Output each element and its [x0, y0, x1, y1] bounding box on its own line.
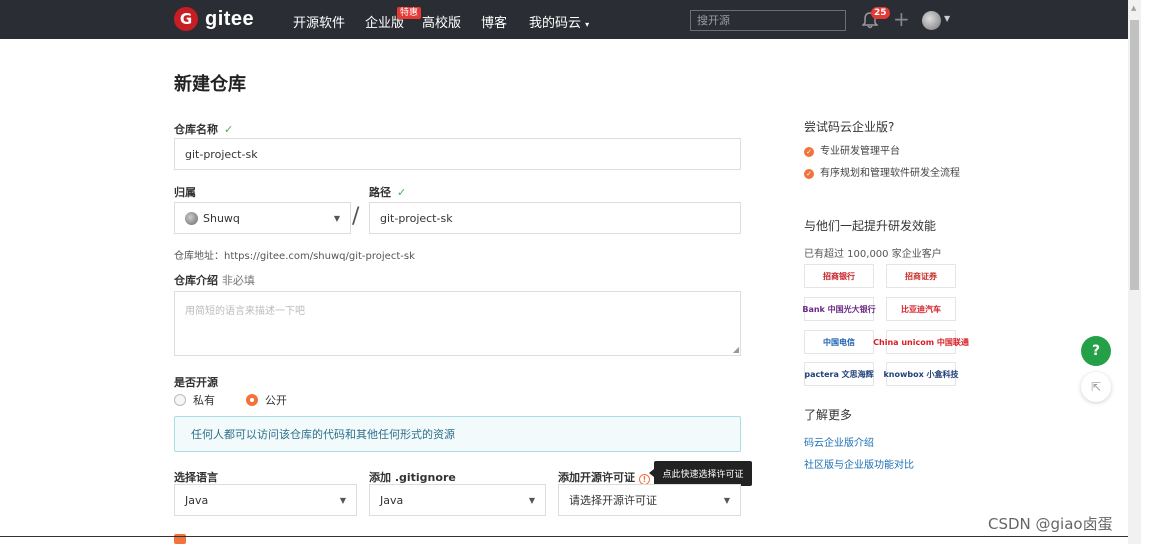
license-placeholder: 请选择开源许可证	[569, 494, 657, 507]
customer-logo-byd: 比亚迪汽车	[886, 297, 956, 321]
chevron-down-icon: ▼	[333, 213, 340, 223]
page-title: 新建仓库	[174, 74, 246, 95]
resize-handle-icon[interactable]: ◢	[733, 345, 739, 354]
owner-name: Shuwq	[203, 211, 240, 225]
feature-text: 专业研发管理平台	[820, 146, 900, 157]
chevron-down-icon: ▼	[528, 495, 535, 505]
customer-logo-unicom: China unicom 中国联通	[873, 330, 969, 354]
nav-blog[interactable]: 博客	[481, 12, 507, 31]
nav-my-gitee[interactable]: 我的码云 ▾	[529, 12, 589, 31]
promo-badge: 特惠	[397, 7, 422, 19]
gitee-logo[interactable]: G gitee	[174, 7, 254, 31]
nav-open-source[interactable]: 开源软件	[293, 12, 345, 31]
gitignore-label: 添加 .gitignore	[369, 471, 456, 484]
share-button[interactable]: ⇱	[1081, 372, 1111, 402]
intro-placeholder: 用简短的语言来描述一下吧	[185, 306, 305, 317]
page: G gitee 开源软件 企业版 特惠 高校版 博客 我的码云 ▾ 25 + ▼…	[0, 0, 1151, 544]
edition-compare-link[interactable]: 社区版与企业版功能对比	[804, 456, 914, 471]
avatar-chevron-icon[interactable]: ▼	[944, 14, 950, 23]
bottom-divider	[0, 536, 1128, 537]
visibility-notice-text: 任何人都可以访问该仓库的代码和其他任何形式的资源	[191, 428, 455, 441]
repo-name-label: 仓库名称 ✓	[174, 121, 233, 137]
chevron-down-icon: ▼	[339, 495, 346, 505]
efficiency-title: 与他们一起提升研发效能	[804, 219, 937, 233]
repo-address: 仓库地址：https://gitee.com/shuwq/git-project…	[174, 251, 415, 262]
plus-icon[interactable]: +	[893, 7, 910, 31]
license-label-text: 添加开源许可证	[558, 471, 635, 484]
customer-logo-cms: 招商证券	[886, 264, 956, 288]
open-source-label: 是否开源	[174, 376, 218, 389]
watermark: CSDN @giao卤蛋	[988, 515, 1113, 533]
customer-count: 已有超过 100,000 家企业客户	[804, 249, 942, 260]
language-value: Java	[185, 493, 209, 507]
radio-private-label: 私有	[193, 394, 215, 407]
scroll-up-icon[interactable]: ▲	[1131, 4, 1136, 12]
gitignore-select[interactable]: Java ▼	[369, 484, 546, 516]
enterprise-intro-link[interactable]: 码云企业版介绍	[804, 434, 874, 449]
search-input[interactable]	[690, 10, 846, 31]
feature-item: ✓ 专业研发管理平台	[804, 145, 954, 159]
language-label: 选择语言	[174, 471, 218, 484]
customer-logo-cebbank: Bank 中国光大银行	[802, 297, 876, 321]
customer-logo-pactera: pactera 文思海辉	[804, 362, 874, 386]
learn-more-title: 了解更多	[804, 408, 853, 422]
visibility-notice: 任何人都可以访问该仓库的代码和其他任何形式的资源	[174, 416, 741, 452]
nav-my-gitee-label: 我的码云	[529, 16, 582, 31]
notification-count-badge: 25	[871, 7, 890, 19]
path-label-text: 路径	[369, 186, 391, 199]
customer-logo-cmb: 招商银行	[804, 264, 874, 288]
customer-logo-knowbox: knowbox 小盒科技	[883, 362, 959, 386]
path-separator: /	[352, 204, 360, 229]
repo-name-input[interactable]: git-project-sk	[174, 138, 741, 170]
radio-public[interactable]: 公开	[246, 392, 287, 408]
license-label: 添加开源许可证!	[558, 469, 650, 485]
check-circle-icon: ✓	[804, 169, 814, 179]
feature-item: ✓ 有序规划和管理软件研发全流程	[804, 167, 960, 181]
optional-hint: 非必填	[221, 274, 255, 287]
enterprise-promo-title: 尝试码云企业版?	[804, 120, 895, 134]
help-button[interactable]: ?	[1081, 336, 1111, 366]
gitee-logo-icon: G	[174, 7, 198, 31]
owner-label: 归属	[174, 186, 196, 199]
path-input[interactable]: git-project-sk	[369, 202, 741, 234]
intro-textarea[interactable]: 用简短的语言来描述一下吧 ◢	[174, 291, 741, 356]
user-avatar[interactable]	[922, 11, 941, 30]
radio-public-circle[interactable]	[246, 394, 258, 406]
chevron-down-icon: ▼	[723, 495, 730, 505]
license-select[interactable]: 请选择开源许可证 ▼	[558, 484, 741, 516]
owner-select[interactable]: Shuwq ▼	[174, 202, 351, 234]
check-circle-icon: ✓	[804, 147, 814, 157]
owner-value: Shuwq	[185, 211, 240, 225]
owner-avatar	[185, 211, 198, 225]
intro-label-text: 仓库介绍	[174, 274, 218, 287]
top-nav: G gitee 开源软件 企业版 特惠 高校版 博客 我的码云 ▾ 25 + ▼	[0, 0, 1128, 39]
gitignore-value: Java	[380, 493, 404, 507]
feature-text: 有序规划和管理软件研发全流程	[820, 168, 960, 179]
check-icon: ✓	[224, 123, 234, 136]
radio-public-label: 公开	[265, 394, 287, 407]
external-link-icon: ⇱	[1090, 380, 1102, 394]
nav-university[interactable]: 高校版	[422, 12, 461, 31]
path-label: 路径 ✓	[369, 184, 406, 200]
intro-label: 仓库介绍 非必填	[174, 272, 255, 288]
radio-private[interactable]: 私有	[174, 392, 215, 408]
gitee-logo-text: gitee	[205, 7, 255, 30]
check-icon: ✓	[397, 186, 407, 199]
scrollbar-thumb[interactable]	[1130, 20, 1139, 290]
language-select[interactable]: Java ▼	[174, 484, 357, 516]
radio-private-circle[interactable]	[174, 394, 186, 406]
repo-name-label-text: 仓库名称	[174, 123, 218, 136]
license-tooltip: 点此快速选择许可证	[649, 461, 752, 486]
customer-logo-telecom: 中国电信	[804, 330, 874, 354]
chevron-down-icon: ▾	[585, 20, 590, 29]
